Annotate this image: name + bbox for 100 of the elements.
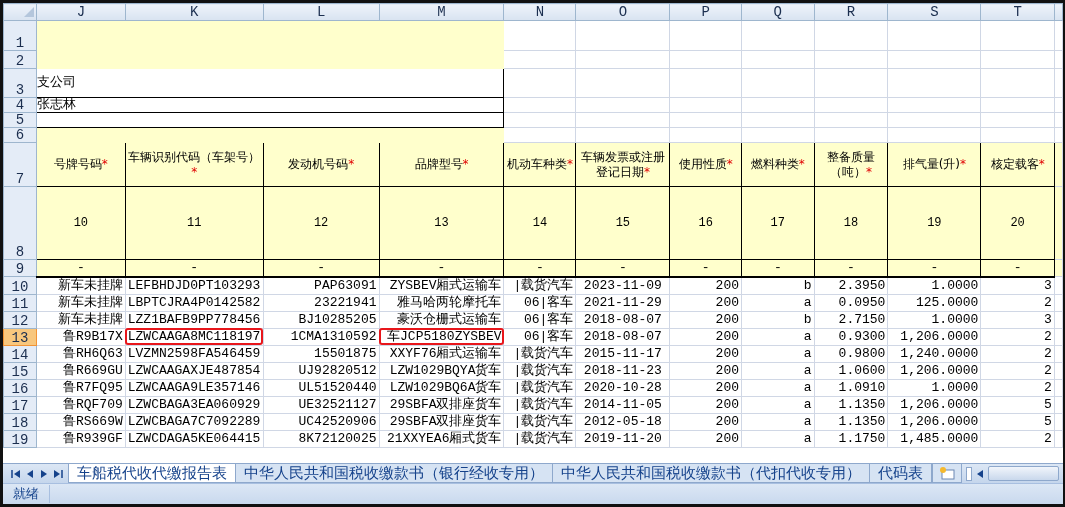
- table-cell: 0.9800: [814, 345, 888, 362]
- table-cell: 0.0950: [814, 294, 888, 311]
- table-cell: 2.3950: [814, 276, 888, 294]
- last-sheet-icon[interactable]: [53, 468, 63, 479]
- column-header[interactable]: P: [669, 3, 742, 21]
- row-header[interactable]: 3: [3, 68, 37, 98]
- table-cell: a: [741, 294, 815, 311]
- row-header[interactable]: 8: [3, 186, 37, 260]
- sheet-tab[interactable]: 中华人民共和国税收缴款书（代扣代收专用）: [552, 464, 870, 483]
- table-cell: 2015-11-17: [575, 345, 670, 362]
- table-cell: 雅马哈两轮摩托车: [379, 294, 504, 311]
- table-cell: 1.1750: [814, 430, 888, 447]
- sheet-tab[interactable]: 代码表: [869, 464, 932, 483]
- table-cell: 2: [980, 379, 1055, 396]
- column-title: 整备质量（吨）*: [827, 149, 875, 179]
- table-cell: 200: [669, 396, 742, 413]
- table-cell: 29SBFA双排座货车: [379, 413, 504, 430]
- table-cell: 1,206.0000: [887, 362, 981, 379]
- next-sheet-icon[interactable]: [39, 468, 49, 479]
- column-header[interactable]: S: [887, 3, 981, 21]
- sheet-tab[interactable]: 中华人民共和国税收缴款书（银行经收专用）: [235, 464, 553, 483]
- corner-triangle-icon: [23, 7, 34, 17]
- row-header[interactable]: 7: [3, 142, 37, 187]
- table-cell: 17: [741, 186, 815, 260]
- table-cell: a: [741, 362, 815, 379]
- table-cell: 125.0000: [887, 294, 981, 311]
- table-cell: 5: [980, 396, 1055, 413]
- table-cell: 2023-11-09: [575, 276, 670, 294]
- table-cell: LZW1029BQ6A货车: [379, 379, 504, 396]
- table-cell: UC42520906: [263, 413, 380, 430]
- table-cell: 1CMA1310592: [263, 328, 380, 345]
- table-cell: 14: [504, 186, 576, 260]
- column-header[interactable]: T: [980, 3, 1055, 21]
- table-cell: 20: [980, 186, 1055, 260]
- table-cell: 200: [669, 362, 742, 379]
- table-cell: LZW1029BQYA货车: [379, 362, 504, 379]
- table-cell: 19: [887, 186, 981, 260]
- first-sheet-icon[interactable]: [11, 468, 21, 479]
- table-cell: 16: [669, 186, 742, 260]
- column-header[interactable]: K: [125, 3, 264, 21]
- table-cell: 鲁RS669W: [36, 413, 126, 430]
- table-cell: 2: [980, 328, 1055, 345]
- table-cell: b: [741, 311, 815, 328]
- table-cell: 200: [669, 328, 742, 345]
- table-cell: 鲁R7FQ95: [36, 379, 126, 396]
- table-cell: 1.0000: [887, 379, 981, 396]
- table-cell: 1.1350: [814, 413, 888, 430]
- column-header[interactable]: O: [575, 3, 670, 21]
- table-cell: 3: [980, 311, 1055, 328]
- column-header[interactable]: J: [36, 3, 126, 21]
- column-header[interactable]: Q: [741, 3, 815, 21]
- table-cell: |载货汽车: [504, 396, 576, 413]
- table-cell: |载货汽车: [504, 345, 576, 362]
- sheet-tab[interactable]: 车船税代收代缴报告表: [68, 464, 236, 483]
- column-title: 车辆发票或注册登记日期*: [580, 149, 665, 179]
- column-header[interactable]: M: [379, 3, 504, 21]
- table-cell: UL51520440: [263, 379, 380, 396]
- column-title: 车辆识别代码（车架号） *: [128, 149, 261, 179]
- table-cell: 1.1350: [814, 396, 888, 413]
- table-cell: 鲁RQF709: [36, 396, 126, 413]
- column-header[interactable]: R: [814, 3, 888, 21]
- table-cell: XXYF76厢式运输车: [379, 345, 504, 362]
- column-header[interactable]: L: [263, 3, 380, 21]
- table-cell: 1,206.0000: [887, 413, 981, 430]
- table-cell: |载货汽车: [504, 362, 576, 379]
- table-cell: 鲁R669GU: [36, 362, 126, 379]
- table-cell: 1,240.0000: [887, 345, 981, 362]
- row-header[interactable]: 1: [3, 20, 37, 51]
- previous-sheet-icon[interactable]: [25, 468, 35, 479]
- scroll-left-icon[interactable]: [976, 468, 984, 479]
- table-cell: 1.0000: [887, 276, 981, 294]
- table-cell: LZWCAAGAXJE487854: [125, 362, 264, 379]
- table-cell: a: [741, 345, 815, 362]
- table-cell: |载货汽车: [504, 430, 576, 447]
- table-cell: 2018-11-23: [575, 362, 670, 379]
- table-cell: 2: [980, 362, 1055, 379]
- split-handle[interactable]: [966, 466, 972, 481]
- table-cell: 11: [125, 186, 264, 260]
- table-cell: 200: [669, 345, 742, 362]
- column-title: 排气量(升)*: [902, 157, 967, 171]
- table-cell: a: [741, 396, 815, 413]
- table-cell: a: [741, 430, 815, 447]
- table-cell: 2018-08-07: [575, 328, 670, 345]
- column-title: 号牌号码*: [53, 157, 108, 171]
- table-cell: a: [741, 328, 815, 345]
- table-cell: 新车未挂牌: [36, 294, 126, 311]
- scroll-thumb[interactable]: [988, 466, 1059, 481]
- new-sheet-icon: [939, 466, 955, 480]
- table-cell: 新车未挂牌: [36, 311, 126, 328]
- table-cell: 200: [669, 379, 742, 396]
- table-cell: 2014-11-05: [575, 396, 670, 413]
- column-header[interactable]: N: [504, 3, 576, 21]
- table-cell: 1,485.0000: [887, 430, 981, 447]
- table-cell: 车JCP5180ZYSBEV: [379, 328, 504, 345]
- table-cell: |载货汽车: [504, 276, 576, 294]
- table-cell: 06|客车: [504, 311, 576, 328]
- table-cell: 3: [980, 276, 1055, 294]
- column-title: 燃料种类*: [750, 157, 805, 171]
- table-cell: UJ92820512: [263, 362, 380, 379]
- table-cell: 新车未挂牌: [36, 276, 126, 294]
